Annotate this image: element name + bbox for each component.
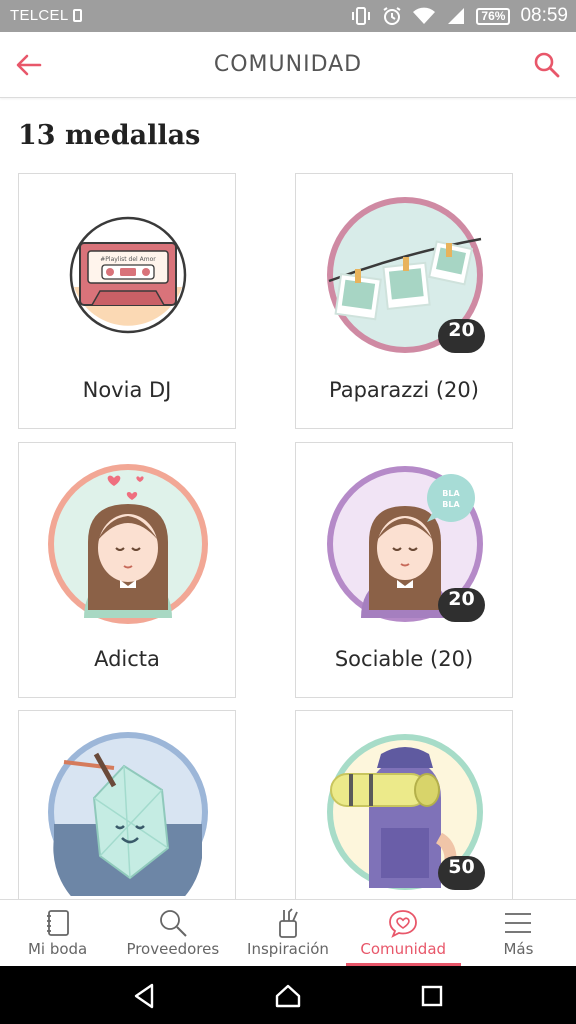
nav-item-mas[interactable]: Más bbox=[461, 900, 576, 966]
status-icons: 76% 08:59 bbox=[350, 4, 568, 28]
medal-label: Novia DJ bbox=[82, 378, 172, 402]
alarm-icon bbox=[383, 7, 401, 25]
medal-card-novia-dj[interactable]: #Playlist del Amor Novia DJ bbox=[18, 173, 236, 429]
nav-item-comunidad[interactable]: Comunidad bbox=[345, 900, 462, 966]
home-icon[interactable] bbox=[274, 982, 302, 1010]
nav-label: Inspiración bbox=[247, 940, 329, 958]
girl-hearts-medal-icon bbox=[48, 464, 208, 624]
nav-item-proveedores[interactable]: Proveedores bbox=[115, 900, 230, 966]
search-icon bbox=[159, 910, 187, 937]
status-bar: TELCEL 76% 08:59 bbox=[0, 0, 576, 32]
search-icon[interactable] bbox=[532, 50, 562, 80]
medal-label: Sociable (20) bbox=[334, 647, 474, 671]
system-navigation-bar bbox=[0, 966, 576, 1024]
medal-card-ice[interactable] bbox=[18, 710, 236, 910]
cassette-text: #Playlist del Amor bbox=[100, 256, 156, 263]
pencil-cup-icon bbox=[279, 908, 298, 938]
carrier-name: TELCEL bbox=[10, 7, 69, 24]
notebook-icon bbox=[46, 910, 69, 936]
page-title: COMUNIDAD bbox=[213, 52, 363, 77]
back-triangle-icon[interactable] bbox=[130, 982, 158, 1010]
nav-label: Mi boda bbox=[27, 940, 88, 958]
battery-indicator: 76% bbox=[476, 7, 511, 25]
ice-crystal-medal-icon bbox=[48, 732, 208, 896]
chat-bubble-text-1: BLA bbox=[442, 489, 460, 498]
nav-label: Más bbox=[503, 940, 534, 958]
nav-label: Proveedores bbox=[126, 940, 220, 958]
medal-card-adicta[interactable]: Adicta bbox=[18, 442, 236, 698]
medal-count-badge: 20 bbox=[438, 588, 485, 622]
bottom-navigation: Mi boda Proveedores Inspiración Comunida… bbox=[0, 899, 576, 966]
medal-label: Paparazzi (20) bbox=[329, 378, 479, 402]
nav-label: Comunidad bbox=[360, 940, 447, 958]
medal-count-badge: 20 bbox=[438, 319, 485, 353]
medal-card-paparazzi[interactable]: 20 Paparazzi (20) bbox=[295, 173, 513, 429]
nav-item-inspiracion[interactable]: Inspiración bbox=[230, 900, 345, 966]
app-header: COMUNIDAD bbox=[0, 32, 576, 98]
clock: 08:59 bbox=[520, 5, 568, 26]
chat-heart-icon bbox=[389, 910, 418, 938]
sim-icon bbox=[73, 9, 82, 22]
medal-card-sociable[interactable]: BLA BLA 20 Sociable (20) bbox=[295, 442, 513, 698]
chat-bubble-text-2: BLA bbox=[442, 500, 460, 509]
medal-card-backpacker[interactable]: 50 bbox=[295, 710, 513, 910]
medal-count-badge: 50 bbox=[438, 856, 485, 890]
menu-icon bbox=[505, 913, 532, 933]
medal-count-heading: 13 medallas bbox=[18, 120, 201, 151]
medal-label: Adicta bbox=[94, 647, 160, 671]
recents-square-icon[interactable] bbox=[418, 982, 446, 1010]
nav-item-mi-boda[interactable]: Mi boda bbox=[0, 900, 115, 966]
signal-icon bbox=[448, 8, 465, 24]
cassette-medal-icon: #Playlist del Amor bbox=[69, 216, 187, 334]
vibrate-icon bbox=[352, 7, 371, 25]
wifi-icon bbox=[413, 7, 436, 24]
